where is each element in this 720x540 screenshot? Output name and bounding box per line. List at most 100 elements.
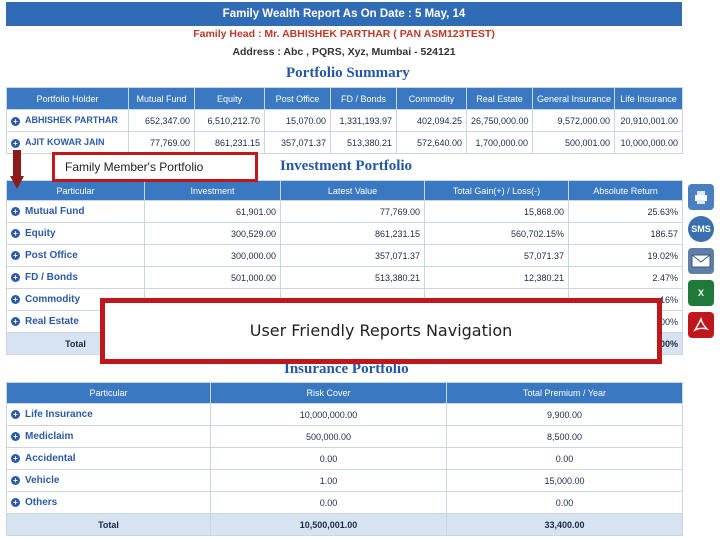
expand-icon[interactable]: + xyxy=(11,206,20,216)
particular-label[interactable]: Mediclaim xyxy=(25,431,73,442)
cell: 513,380.21 xyxy=(330,131,397,154)
print-icon[interactable] xyxy=(688,184,714,210)
expand-icon[interactable]: + xyxy=(11,497,20,507)
address: Address : Abc , PQRS, Xyz, Mumbai - 5241… xyxy=(232,46,456,58)
particular-cell[interactable]: + Others xyxy=(6,491,211,514)
col-header: Absolute Return xyxy=(568,180,683,201)
particular-label[interactable]: Commodity xyxy=(25,294,80,305)
cell: 9,900.00 xyxy=(446,403,683,426)
sms-icon[interactable]: SMS xyxy=(688,216,714,242)
cell: 1,700,000.00 xyxy=(466,131,533,154)
particular-cell[interactable]: + Accidental xyxy=(6,447,211,470)
cell: 861,231.15 xyxy=(194,131,265,154)
particular-cell[interactable]: + Post Office xyxy=(6,244,145,267)
pdf-icon[interactable] xyxy=(688,312,714,338)
particular-label[interactable]: Real Estate xyxy=(25,316,79,327)
insurance-total-row: Total 10,500,001.00 33,400.00 xyxy=(6,513,683,536)
cell: 2.47% xyxy=(568,266,683,289)
particular-cell[interactable]: + Mutual Fund xyxy=(6,200,145,223)
cell: 15,000.00 xyxy=(446,469,683,492)
table-row: + FD / Bonds 501,000.00 513,380.21 12,380… xyxy=(6,266,683,289)
holder-name[interactable]: ABHISHEK PARTHAR xyxy=(25,115,118,125)
particular-label[interactable]: Vehicle xyxy=(25,475,59,486)
cell: 15,868.00 xyxy=(424,200,569,223)
cell: 1.00 xyxy=(210,469,447,492)
expand-icon[interactable]: + xyxy=(11,409,20,419)
table-row: + Life Insurance 10,000,000.00 9,900.00 xyxy=(6,403,683,426)
col-header: Latest Value xyxy=(280,180,425,201)
cell: 0.00 xyxy=(210,447,447,470)
report-title: Family Wealth Report As On Date : 5 May,… xyxy=(6,2,682,26)
table-row: + Accidental 0.00 0.00 xyxy=(6,447,683,470)
table-row: + Equity 300,529.00 861,231.15 560,702.15… xyxy=(6,222,683,245)
particular-label[interactable]: Equity xyxy=(25,228,56,239)
particular-label[interactable]: Mutual Fund xyxy=(25,206,84,217)
col-header: FD / Bonds xyxy=(330,87,397,110)
particular-cell[interactable]: + Mediclaim xyxy=(6,425,211,448)
expand-icon[interactable]: + xyxy=(11,294,20,304)
particular-cell[interactable]: + Vehicle xyxy=(6,469,211,492)
expand-icon[interactable]: + xyxy=(11,316,20,326)
investment-header-row: Particular Investment Latest Value Total… xyxy=(6,180,683,201)
particular-label[interactable]: Life Insurance xyxy=(25,409,93,420)
particular-cell[interactable]: + Equity xyxy=(6,222,145,245)
total-label: Total xyxy=(6,513,211,536)
expand-icon[interactable]: + xyxy=(11,453,20,463)
table-row: + Others 0.00 0.00 xyxy=(6,491,683,514)
expand-icon[interactable]: + xyxy=(11,431,20,441)
table-row: + ABHISHEK PARTHAR 652,347.00 6,510,212.7… xyxy=(6,109,683,132)
email-icon[interactable] xyxy=(688,248,714,274)
portfolio-summary-table: Portfolio Holder Mutual Fund Equity Post… xyxy=(6,87,683,154)
expand-icon[interactable]: + xyxy=(11,272,20,282)
cell: 8,500.00 xyxy=(446,425,683,448)
col-header: Mutual Fund xyxy=(128,87,195,110)
portfolio-summary-title: Portfolio Summary xyxy=(286,65,410,81)
col-header: Real Estate xyxy=(466,87,533,110)
particular-label[interactable]: FD / Bonds xyxy=(25,272,78,283)
expand-icon[interactable]: + xyxy=(11,138,20,148)
expand-icon[interactable]: + xyxy=(11,250,20,260)
investment-portfolio-title: Investment Portfolio xyxy=(280,158,413,174)
expand-icon[interactable]: + xyxy=(11,228,20,238)
expand-icon[interactable]: + xyxy=(11,116,20,126)
col-header: General Insurance xyxy=(532,87,615,110)
cell: 572,640.00 xyxy=(396,131,467,154)
col-header: Total Premium / Year xyxy=(446,382,683,404)
col-header: Portfolio Holder xyxy=(6,87,129,110)
table-row: + Vehicle 1.00 15,000.00 xyxy=(6,469,683,492)
table-row: + Mediclaim 500,000.00 8,500.00 xyxy=(6,425,683,448)
col-header: Commodity xyxy=(396,87,467,110)
total-premium: 33,400.00 xyxy=(446,513,683,536)
holder-name[interactable]: AJIT KOWAR JAIN xyxy=(25,137,105,147)
holder-cell[interactable]: + ABHISHEK PARTHAR xyxy=(6,109,129,132)
cell: 19.02% xyxy=(568,244,683,267)
particular-label[interactable]: Accidental xyxy=(25,453,76,464)
expand-icon[interactable]: + xyxy=(11,475,20,485)
table-row: + AJIT KOWAR JAIN 77,769.00 861,231.15 35… xyxy=(6,131,683,154)
cell: 402,094.25 xyxy=(396,109,467,132)
col-header: Risk Cover xyxy=(210,382,447,404)
particular-cell[interactable]: + Life Insurance xyxy=(6,403,211,426)
particular-cell[interactable]: + FD / Bonds xyxy=(6,266,145,289)
col-header: Particular xyxy=(6,382,211,404)
sms-label[interactable]: SMS xyxy=(691,224,711,234)
col-header: Investment xyxy=(144,180,281,201)
cell: 77,769.00 xyxy=(128,131,195,154)
cell: 300,529.00 xyxy=(144,222,281,245)
cell: 1,331,193.97 xyxy=(330,109,397,132)
summary-header-row: Portfolio Holder Mutual Fund Equity Post… xyxy=(6,87,683,110)
excel-icon[interactable]: X xyxy=(688,280,714,306)
cell: 300,000.00 xyxy=(144,244,281,267)
cell: 12,380.21 xyxy=(424,266,569,289)
particular-label[interactable]: Others xyxy=(25,497,57,508)
cell: 61,901.00 xyxy=(144,200,281,223)
cell: 0.00 xyxy=(446,491,683,514)
holder-cell[interactable]: + AJIT KOWAR JAIN xyxy=(6,131,129,154)
cell: 26,750,000.00 xyxy=(466,109,533,132)
cell: 500,000.00 xyxy=(210,425,447,448)
cell: 6,510,212.70 xyxy=(194,109,265,132)
insurance-portfolio-table: Particular Risk Cover Total Premium / Ye… xyxy=(6,382,683,536)
excel-label[interactable]: X xyxy=(698,288,704,298)
reports-navigation-callout: User Friendly Reports Navigation xyxy=(100,298,662,364)
particular-label[interactable]: Post Office xyxy=(25,250,78,261)
